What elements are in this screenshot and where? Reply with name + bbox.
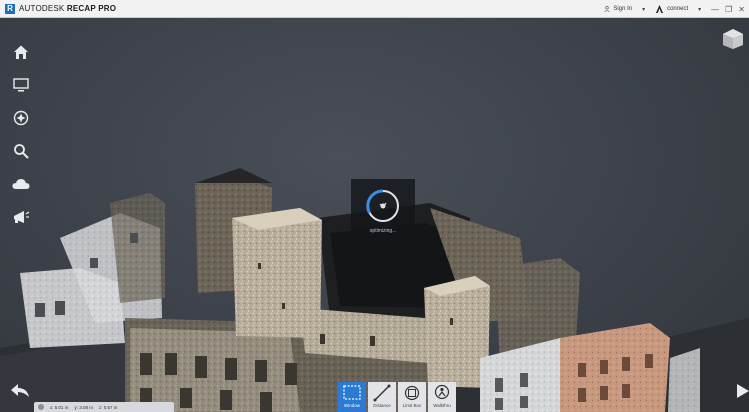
- distance-button[interactable]: Distance: [368, 382, 396, 412]
- distance-measure-icon: [373, 384, 391, 402]
- search-icon: [14, 144, 29, 159]
- search-button[interactable]: [8, 141, 34, 161]
- back-arrow-icon[interactable]: [10, 382, 32, 400]
- walkthru-label: Walkthru: [433, 403, 451, 408]
- autodesk-a-icon: [656, 5, 664, 13]
- limit-box-icon: [404, 385, 420, 401]
- coord-z: z: 0.57 m: [99, 404, 118, 410]
- window-select-label: Window: [343, 403, 360, 408]
- maximize-button[interactable]: ❐: [725, 5, 732, 14]
- recap-logo-icon: R: [5, 3, 15, 14]
- loading-spinner-icon: [366, 189, 399, 222]
- close-button[interactable]: ✕: [738, 5, 745, 14]
- window-select-icon: [343, 385, 361, 400]
- viewcube-icon[interactable]: [722, 28, 744, 50]
- app-product: RECAP PRO: [66, 4, 117, 13]
- coord-y: y: 3.08 m: [74, 404, 94, 410]
- coordinate-status-bar: x: 5.01 m y: 3.08 m z: 0.57 m: [34, 402, 174, 412]
- limit-box-label: Limit Box: [402, 403, 422, 408]
- megaphone-icon: [14, 211, 30, 223]
- window-select-button[interactable]: Window: [338, 382, 366, 412]
- navigation-icon: [13, 110, 29, 126]
- user-icon: [604, 6, 611, 12]
- bottom-toolbar: Window Distance Limit Box Walkthru: [338, 382, 456, 412]
- cloud-icon: [12, 179, 30, 189]
- app-brand: AUTODESK: [19, 4, 65, 13]
- account-caret-icon[interactable]: ▾: [698, 6, 701, 13]
- account-menu[interactable]: connect: [655, 5, 688, 13]
- next-arrow-icon[interactable]: [733, 382, 749, 400]
- cloud-button[interactable]: [8, 174, 34, 194]
- navigation-button[interactable]: [8, 108, 34, 128]
- display-button[interactable]: [8, 75, 34, 95]
- home-icon: [14, 45, 28, 59]
- megaphone-button[interactable]: [8, 207, 34, 227]
- home-button[interactable]: [8, 42, 34, 62]
- window-controls: — ❐ ✕: [711, 5, 745, 14]
- optimizing-status-text: optimizing...: [369, 228, 397, 234]
- sign-in-caret-icon[interactable]: ▾: [642, 6, 645, 13]
- left-toolbar: [8, 42, 34, 227]
- titlebar-right: Sign In ▾ connect ▾ — ❐ ✕: [604, 0, 745, 18]
- account-label: connect: [667, 6, 689, 12]
- coordinate-icon: [38, 404, 44, 410]
- distance-label: Distance: [373, 403, 391, 408]
- coord-x: x: 5.01 m: [50, 404, 69, 410]
- app-title: AUTODESK RECAP PRO: [19, 4, 116, 13]
- minimize-button[interactable]: —: [711, 5, 719, 14]
- display-icon: [13, 77, 29, 91]
- sign-in-label: Sign In: [613, 6, 633, 12]
- optimizing-overlay: optimizing...: [351, 179, 415, 241]
- walkthru-button[interactable]: Walkthru: [428, 382, 456, 412]
- limit-box-button[interactable]: Limit Box: [398, 382, 426, 412]
- title-bar: R AUTODESK RECAP PRO Sign In ▾ connect ▾…: [0, 0, 749, 18]
- walkthru-icon: [434, 384, 450, 400]
- sign-in-button[interactable]: Sign In: [604, 6, 632, 12]
- point-cloud-viewport[interactable]: optimizing... x: 5.01 m y: 3.08 m z: 0.5…: [0, 18, 749, 412]
